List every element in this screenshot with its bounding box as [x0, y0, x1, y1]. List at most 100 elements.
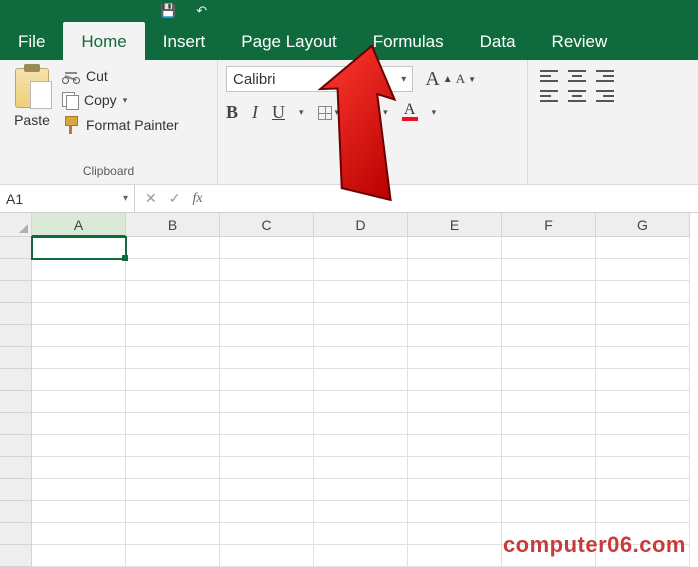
cell[interactable]: [126, 501, 220, 523]
cell[interactable]: [502, 391, 596, 413]
bold-button[interactable]: B: [226, 102, 238, 123]
cell[interactable]: [408, 545, 502, 567]
cell[interactable]: [32, 479, 126, 501]
cell[interactable]: [596, 303, 690, 325]
cell[interactable]: [220, 391, 314, 413]
cell[interactable]: [314, 391, 408, 413]
cell[interactable]: [126, 237, 220, 259]
cell[interactable]: [314, 347, 408, 369]
cell[interactable]: [32, 281, 126, 303]
cell[interactable]: [408, 501, 502, 523]
cell[interactable]: [220, 237, 314, 259]
font-name-combo[interactable]: Calibri ▾: [226, 66, 413, 92]
align-bottom-icon[interactable]: [596, 70, 614, 82]
cell[interactable]: [408, 435, 502, 457]
tab-formulas[interactable]: Formulas: [355, 22, 462, 60]
cell[interactable]: [314, 325, 408, 347]
cell[interactable]: [126, 435, 220, 457]
cell[interactable]: [220, 303, 314, 325]
cell[interactable]: [596, 237, 690, 259]
fill-color-button[interactable]: [353, 104, 369, 121]
cell[interactable]: [220, 523, 314, 545]
cell[interactable]: [408, 325, 502, 347]
row-header[interactable]: [0, 259, 32, 281]
cell[interactable]: [596, 435, 690, 457]
cell[interactable]: [408, 413, 502, 435]
cell[interactable]: [220, 347, 314, 369]
cell[interactable]: [32, 259, 126, 281]
cell[interactable]: [502, 435, 596, 457]
tab-data[interactable]: Data: [462, 22, 534, 60]
cell[interactable]: [502, 237, 596, 259]
cell[interactable]: [32, 545, 126, 567]
cell[interactable]: [502, 369, 596, 391]
cell[interactable]: [314, 479, 408, 501]
cell[interactable]: [126, 479, 220, 501]
row-header[interactable]: [0, 523, 32, 545]
row-header[interactable]: [0, 479, 32, 501]
cell[interactable]: [126, 259, 220, 281]
cell[interactable]: [314, 259, 408, 281]
cell[interactable]: [502, 281, 596, 303]
row-header[interactable]: [0, 413, 32, 435]
cell[interactable]: [408, 237, 502, 259]
cell[interactable]: [126, 545, 220, 567]
row-header[interactable]: [0, 347, 32, 369]
cell[interactable]: [314, 523, 408, 545]
cell[interactable]: [502, 259, 596, 281]
align-left-icon[interactable]: [540, 90, 558, 102]
cell[interactable]: [32, 391, 126, 413]
tab-home[interactable]: Home: [63, 22, 144, 60]
cell[interactable]: [32, 237, 126, 259]
cancel-formula-icon[interactable]: ✕: [145, 190, 157, 207]
cell[interactable]: [314, 457, 408, 479]
cell[interactable]: [408, 391, 502, 413]
cell[interactable]: [32, 303, 126, 325]
cell[interactable]: [502, 457, 596, 479]
cell[interactable]: [408, 347, 502, 369]
save-icon[interactable]: 💾: [160, 3, 176, 19]
col-header-C[interactable]: C: [220, 213, 314, 237]
cell[interactable]: [502, 347, 596, 369]
row-header[interactable]: [0, 281, 32, 303]
cell[interactable]: [220, 435, 314, 457]
cell[interactable]: [596, 479, 690, 501]
cell[interactable]: [126, 369, 220, 391]
undo-icon[interactable]: ↶: [196, 3, 207, 19]
cell[interactable]: [502, 325, 596, 347]
cell[interactable]: [502, 479, 596, 501]
col-header-A[interactable]: A: [32, 213, 126, 237]
align-top-icon[interactable]: [540, 70, 558, 82]
cell[interactable]: [408, 303, 502, 325]
row-header[interactable]: [0, 237, 32, 259]
format-painter-button[interactable]: Format Painter: [62, 116, 179, 134]
cell[interactable]: [220, 369, 314, 391]
cell[interactable]: [126, 303, 220, 325]
cell[interactable]: [408, 259, 502, 281]
row-header[interactable]: [0, 545, 32, 567]
cell[interactable]: [126, 413, 220, 435]
tab-review[interactable]: Review: [534, 22, 626, 60]
cell[interactable]: [314, 545, 408, 567]
tab-file[interactable]: File: [0, 22, 63, 60]
cell[interactable]: [596, 347, 690, 369]
cell[interactable]: [596, 281, 690, 303]
border-button[interactable]: ▾: [318, 106, 340, 120]
cell[interactable]: [220, 259, 314, 281]
cell[interactable]: [596, 259, 690, 281]
cell[interactable]: [314, 501, 408, 523]
cell[interactable]: [126, 391, 220, 413]
row-header[interactable]: [0, 325, 32, 347]
cell[interactable]: [32, 457, 126, 479]
enter-formula-icon[interactable]: ✓: [169, 190, 181, 207]
cell[interactable]: [502, 303, 596, 325]
cell[interactable]: [314, 237, 408, 259]
cell[interactable]: [32, 523, 126, 545]
row-header[interactable]: [0, 435, 32, 457]
cell[interactable]: [126, 457, 220, 479]
cell[interactable]: [502, 501, 596, 523]
underline-button[interactable]: U: [272, 102, 285, 123]
col-header-D[interactable]: D: [314, 213, 408, 237]
italic-button[interactable]: I: [252, 102, 258, 123]
cell[interactable]: [502, 413, 596, 435]
